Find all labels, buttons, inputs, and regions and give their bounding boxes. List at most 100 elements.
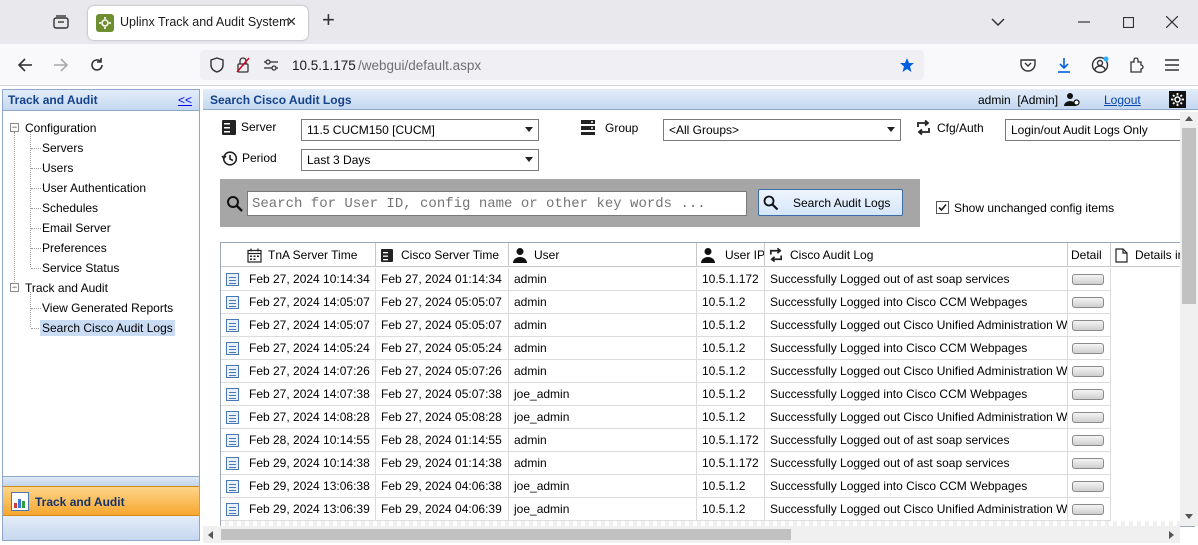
url-bar[interactable]: 10.5.1.175 /webgui/default.aspx	[200, 50, 924, 80]
bookmark-star-icon[interactable]	[898, 56, 916, 74]
audit-log-cell: Successfully Logged into Cisco CCM Webpa…	[765, 475, 1068, 498]
tna-server-time-cell: Feb 29, 2024 10:14:38	[244, 452, 376, 475]
detail-button[interactable]	[1072, 273, 1104, 285]
log-entry-icon[interactable]	[226, 364, 239, 378]
scroll-down-arrow-icon[interactable]	[1185, 514, 1193, 519]
log-entry-icon[interactable]	[226, 479, 239, 493]
scroll-right-arrow-icon[interactable]	[1169, 531, 1174, 539]
table-row[interactable]: Feb 29, 2024 13:06:39 Feb 29, 2024 04:06:…	[221, 498, 1194, 521]
browser-nav-bar: 10.5.1.175 /webgui/default.aspx	[0, 44, 1198, 86]
detail-button[interactable]	[1072, 434, 1104, 446]
downloads-icon[interactable]	[1054, 55, 1074, 75]
row-icon-cell	[221, 383, 244, 406]
detail-button[interactable]	[1072, 480, 1104, 492]
tab-overview-icon[interactable]	[50, 12, 72, 32]
column-header-user[interactable]: User	[509, 243, 697, 267]
new-tab-button[interactable]: +	[322, 8, 335, 32]
hamburger-menu-icon[interactable]	[1162, 55, 1182, 75]
user-settings-icon[interactable]	[1064, 91, 1080, 107]
table-row[interactable]: Feb 27, 2024 14:05:07 Feb 27, 2024 05:05:…	[221, 291, 1194, 314]
minimize-window-icon[interactable]	[1074, 12, 1094, 32]
insecure-lock-icon[interactable]	[234, 56, 252, 74]
row-icon-cell	[221, 452, 244, 475]
horizontal-scroll-thumb[interactable]	[221, 529, 791, 540]
tree-line	[30, 132, 31, 267]
detail-button[interactable]	[1072, 365, 1104, 377]
collapse-node-icon[interactable]: −	[10, 123, 19, 132]
table-row[interactable]: Feb 27, 2024 14:07:38 Feb 27, 2024 05:07:…	[221, 383, 1194, 406]
detail-button[interactable]	[1072, 503, 1104, 515]
log-entry-icon[interactable]	[226, 502, 239, 516]
table-row[interactable]: Feb 27, 2024 10:14:34 Feb 27, 2024 01:14:…	[221, 268, 1194, 291]
server-select[interactable]: 11.5 CUCM150 [CUCM]	[301, 119, 539, 141]
log-entry-icon[interactable]	[226, 272, 239, 286]
table-row[interactable]: Feb 29, 2024 13:06:38 Feb 29, 2024 04:06:…	[221, 475, 1194, 498]
shield-icon[interactable]	[208, 56, 226, 74]
search-audit-logs-button[interactable]: Search Audit Logs	[758, 189, 903, 216]
back-arrow-icon[interactable]	[14, 55, 36, 75]
clock-history-icon	[221, 150, 238, 167]
reload-icon[interactable]	[86, 55, 108, 75]
table-row[interactable]: Feb 28, 2024 10:14:55 Feb 28, 2024 01:14:…	[221, 429, 1194, 452]
scroll-up-arrow-icon[interactable]	[1185, 116, 1193, 121]
period-label: Period	[242, 151, 277, 165]
detail-button[interactable]	[1072, 457, 1104, 469]
forward-arrow-icon[interactable]	[50, 55, 72, 75]
log-entry-icon[interactable]	[226, 318, 239, 332]
collapse-node-icon[interactable]: −	[10, 283, 19, 292]
group-select[interactable]: <All Groups>	[663, 119, 901, 141]
show-unchanged-checkbox[interactable]	[936, 201, 949, 214]
log-entry-icon[interactable]	[226, 341, 239, 355]
audit-log-cell: Successfully Logged out Cisco Unified Ad…	[765, 498, 1068, 521]
scroll-left-arrow-icon[interactable]	[208, 531, 213, 539]
log-entry-icon[interactable]	[226, 387, 239, 401]
collapse-sidebar-link[interactable]: <<	[178, 93, 192, 107]
extensions-icon[interactable]	[1126, 55, 1146, 75]
detail-button[interactable]	[1072, 296, 1104, 308]
period-select[interactable]: Last 3 Days	[301, 149, 539, 171]
column-header-cisco-audit-log[interactable]: Cisco Audit Log	[765, 243, 1068, 267]
horizontal-scrollbar[interactable]	[203, 526, 1180, 543]
table-row[interactable]: Feb 27, 2024 14:05:24 Feb 27, 2024 05:05:…	[221, 337, 1194, 360]
site-favicon-icon	[96, 14, 114, 32]
account-icon[interactable]	[1090, 55, 1110, 75]
user-cell: joe_admin	[509, 406, 697, 429]
vertical-scrollbar[interactable]	[1180, 112, 1198, 526]
detail-button[interactable]	[1072, 342, 1104, 354]
url-path: /webgui/default.aspx	[358, 58, 482, 73]
browser-tab[interactable]: Uplinx Track and Audit System ✕	[88, 6, 308, 40]
column-header-detail[interactable]: Detail	[1068, 243, 1111, 267]
gear-icon[interactable]	[1169, 91, 1186, 108]
cisco-server-time-cell: Feb 28, 2024 01:14:55	[376, 429, 509, 452]
log-entry-icon[interactable]	[226, 433, 239, 447]
pocket-icon[interactable]	[1018, 55, 1038, 75]
logout-link[interactable]: Logout	[1104, 93, 1141, 107]
table-row[interactable]: Feb 27, 2024 14:07:26 Feb 27, 2024 05:07:…	[221, 360, 1194, 383]
detail-button[interactable]	[1072, 319, 1104, 331]
tab-list-chevron-icon[interactable]	[988, 12, 1008, 32]
bottom-nav-track-and-audit[interactable]: Track and Audit	[3, 486, 199, 516]
close-window-icon[interactable]	[1162, 12, 1182, 32]
table-row[interactable]: Feb 27, 2024 14:08:28 Feb 27, 2024 05:08:…	[221, 406, 1194, 429]
detail-button[interactable]	[1072, 388, 1104, 400]
table-row[interactable]: Feb 27, 2024 14:05:07 Feb 27, 2024 05:05:…	[221, 314, 1194, 337]
column-header-cisco-server-time[interactable]: Cisco Server Time	[376, 243, 509, 267]
log-entry-icon[interactable]	[226, 295, 239, 309]
tab-close-icon[interactable]: ✕	[286, 14, 297, 30]
maximize-window-icon[interactable]	[1118, 12, 1138, 32]
detail-cell	[1068, 268, 1111, 291]
log-entry-icon[interactable]	[226, 410, 239, 424]
cfg-auth-select[interactable]: Login/out Audit Logs Only	[1005, 119, 1185, 141]
vertical-scroll-thumb[interactable]	[1182, 128, 1196, 304]
sidebar-item-label: User Authentication	[42, 181, 147, 195]
tna-server-time-cell: Feb 27, 2024 14:08:28	[244, 406, 376, 429]
table-row[interactable]: Feb 29, 2024 10:14:38 Feb 29, 2024 01:14:…	[221, 452, 1194, 475]
log-entry-icon[interactable]	[226, 456, 239, 470]
column-header-tna-server-time[interactable]: TnA Server Time	[221, 243, 376, 267]
detail-button[interactable]	[1072, 411, 1104, 423]
column-header-user-ip[interactable]: User IP	[697, 243, 765, 267]
tna-server-time-cell: Feb 27, 2024 10:14:34	[244, 268, 376, 291]
sidebar-item-label: Email Server	[42, 221, 111, 235]
search-input[interactable]	[247, 191, 747, 216]
site-permissions-icon[interactable]	[262, 56, 280, 74]
